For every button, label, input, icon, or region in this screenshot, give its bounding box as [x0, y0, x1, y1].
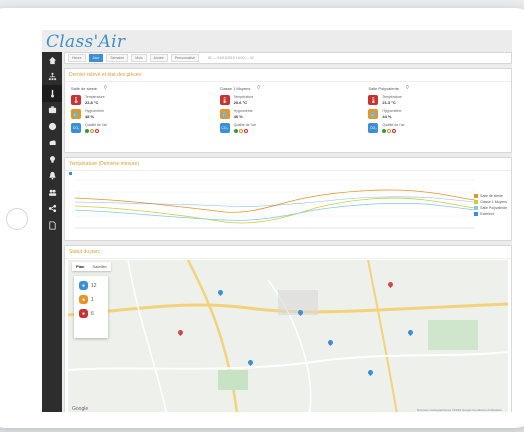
thermometer-icon[interactable]	[42, 85, 62, 102]
briefcase-icon[interactable]	[42, 102, 62, 119]
cloud-icon[interactable]	[42, 135, 62, 152]
water-drop-icon: 💧	[71, 109, 81, 120]
google-logo: Google	[72, 406, 89, 412]
status-panel-title: Dernier relevé et état des pièces	[65, 69, 511, 82]
document-icon[interactable]	[42, 217, 62, 234]
legend-item[interactable]: Salle Polyvalente	[474, 206, 507, 210]
counter-alert[interactable]: ● 6	[79, 309, 108, 318]
room-name: Salle Polyvalente	[368, 85, 400, 91]
tab-hour[interactable]: Heure	[68, 54, 86, 62]
counter-warning[interactable]: ● 1	[79, 295, 108, 304]
lightbulb-icon[interactable]	[42, 151, 62, 168]
bell-icon[interactable]	[42, 168, 62, 185]
map-type-tabs: Plan Satellite	[72, 262, 111, 271]
date-range-text[interactable]: 01 — 01/01/2019 14:00 — 02	[208, 56, 254, 60]
room-card: Salle de sieste ⌔ 🌡 Température 22.8 °C 💧 Hy…	[65, 82, 214, 152]
tab-custom[interactable]: Personnalisé	[170, 54, 199, 62]
tablet-home-button[interactable]	[6, 208, 28, 230]
status-counters: ● 12 ● 1 ● 6	[74, 276, 108, 338]
air-quality-label: Qualité de l'air	[233, 123, 256, 128]
warning-icon: ●	[79, 295, 88, 304]
tab-map-satellite[interactable]: Satellite	[88, 262, 110, 271]
temperature-value: 21.3 °C	[382, 99, 396, 105]
air-quality-icon: CO₂	[71, 123, 81, 134]
tab-week[interactable]: Semaine	[106, 54, 129, 62]
status-panel: Dernier relevé et état des pièces Salle …	[64, 68, 512, 153]
legend-item[interactable]: Salle de sieste	[474, 194, 507, 198]
share-icon[interactable]	[42, 201, 62, 218]
room-card: Classe 1 Moyens ⌔ 🌡 Température 20.6 °C 💧 Hy…	[214, 82, 363, 152]
map-panel-title: Statut du parc	[65, 246, 511, 259]
users-icon[interactable]	[42, 184, 62, 201]
legend-item[interactable]: Extérieur	[474, 212, 507, 216]
thermometer-icon: 🌡	[219, 95, 230, 106]
humidity-value: 46 %	[233, 113, 243, 119]
main-content: Heure Jour Semaine Mois Année Personnali…	[64, 52, 512, 412]
wifi-icon: ⌔	[103, 85, 108, 91]
temperature-chart-panel: Température (Dernière mesure) Salle de s…	[64, 157, 512, 241]
humidity-value: 48 %	[85, 113, 95, 119]
sidebar	[42, 52, 62, 412]
thermometer-icon: 🌡	[368, 95, 379, 106]
room-name: Classe 1 Moyens	[219, 85, 251, 91]
air-quality-icon: CO₂	[368, 123, 379, 134]
temperature-value: 22.8 °C	[85, 99, 99, 105]
map-attribution[interactable]: Données cartographiques ©2019 Google Con…	[417, 408, 502, 412]
room-card: Salle Polyvalente ⌔ 🌡 Température 21.3 °C 💧…	[362, 82, 511, 152]
tab-map-plan[interactable]: Plan	[72, 262, 88, 271]
thermometer-icon: 🌡	[71, 95, 81, 106]
gauge-icon[interactable]	[42, 118, 62, 135]
temperature-chart[interactable]	[65, 170, 485, 240]
brand-logo: Class'Air	[46, 32, 126, 52]
wifi-icon: ⌔	[256, 85, 262, 91]
map[interactable]: Plan Satellite ● 12 ● 1 ● 6 Google Donné…	[68, 260, 508, 412]
air-quality-icon: CO₂	[219, 123, 230, 134]
air-quality-indicator	[382, 128, 404, 133]
air-quality-label: Qualité de l'air	[85, 123, 108, 128]
room-name: Salle de sieste	[71, 85, 98, 91]
sitemap-icon[interactable]	[42, 69, 62, 86]
air-quality-indicator	[233, 128, 256, 133]
air-quality-label: Qualité de l'air	[382, 123, 405, 128]
air-quality-indicator	[85, 128, 107, 133]
map-panel: Statut du parc Plan Satellite ● 12 ● 1 ●…	[64, 245, 512, 412]
water-drop-icon: 💧	[368, 109, 379, 120]
water-drop-icon: 💧	[219, 109, 230, 120]
info-icon: ●	[79, 281, 88, 290]
counter-ok[interactable]: ● 12	[79, 281, 108, 290]
app-screen: Class'Air Heure Jour Semaine Mois Année …	[42, 30, 512, 412]
tab-year[interactable]: Année	[149, 54, 168, 62]
period-toolbar: Heure Jour Semaine Mois Année Personnali…	[64, 52, 512, 64]
legend-item[interactable]: Classe 1 Moyens	[474, 200, 507, 204]
chart-legend: Salle de sieste Classe 1 Moyens Salle Po…	[474, 194, 507, 218]
humidity-value: 44 %	[382, 113, 392, 119]
tab-month[interactable]: Mois	[131, 54, 147, 62]
home-icon[interactable]	[42, 52, 62, 69]
tablet-frame: Class'Air Heure Jour Semaine Mois Année …	[0, 8, 524, 428]
tab-day[interactable]: Jour	[88, 54, 104, 62]
temperature-value: 20.6 °C	[233, 99, 248, 105]
wifi-icon: ⌔	[405, 85, 410, 91]
alert-icon: ●	[79, 309, 88, 318]
